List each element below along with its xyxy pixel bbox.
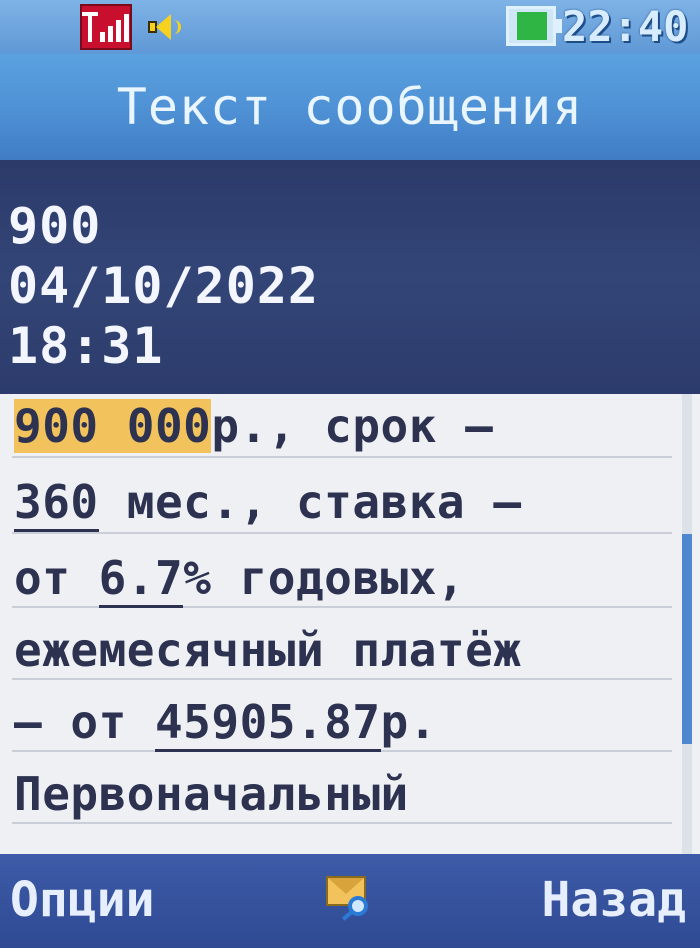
line-rule <box>12 822 672 824</box>
message-line: Первоначальный <box>14 767 409 821</box>
line-rule <box>12 456 672 458</box>
page-title: Текст сообщения <box>116 78 584 136</box>
signal-icon <box>80 4 132 50</box>
message-text: – от <box>14 695 155 749</box>
highlighted-amount[interactable]: 900 000 <box>14 399 212 453</box>
message-line: ежемесячный платёж <box>14 623 522 677</box>
line-rule <box>12 532 672 534</box>
message-sender: 900 <box>8 197 102 255</box>
speaker-icon <box>146 12 181 42</box>
message-date: 04/10/2022 <box>8 257 320 315</box>
message-body[interactable]: 900 000р., срок – 360 мес., ставка – от … <box>0 394 700 854</box>
message-line: от 6.7% годовых, <box>14 550 466 608</box>
scroll-thumb[interactable] <box>682 534 692 744</box>
message-text: % годовых, <box>183 551 466 605</box>
message-header: 900 04/10/2022 18:31 <box>0 160 700 394</box>
status-time: 22:40 <box>562 2 689 51</box>
number-link[interactable]: 45905.87 <box>154 695 381 752</box>
message-text: р. <box>380 695 437 749</box>
softkey-bar: Опции Назад <box>0 854 700 948</box>
back-softkey[interactable]: Назад <box>542 868 687 932</box>
scrollbar[interactable] <box>682 394 692 854</box>
message-time: 18:31 <box>8 317 164 375</box>
envelope-search-icon[interactable] <box>326 876 378 926</box>
phone-screen: 22:40 Текст сообщения 900 04/10/2022 18:… <box>0 0 700 948</box>
message-text: от <box>14 551 99 605</box>
message-line: 360 мес., ставка – <box>14 474 522 532</box>
title-bar: Текст сообщения <box>0 54 700 160</box>
battery-icon <box>506 6 562 46</box>
message-text: р., срок – <box>211 399 494 453</box>
number-link[interactable]: 360 <box>14 475 99 532</box>
status-bar: 22:40 <box>0 0 700 54</box>
options-softkey[interactable]: Опции <box>10 868 155 932</box>
message-line: 900 000р., срок – <box>14 398 493 454</box>
number-link[interactable]: 6.7 <box>98 551 184 608</box>
message-text: мес., ставка – <box>98 475 522 529</box>
line-rule <box>12 678 672 680</box>
message-line: – от 45905.87р. <box>14 694 437 752</box>
